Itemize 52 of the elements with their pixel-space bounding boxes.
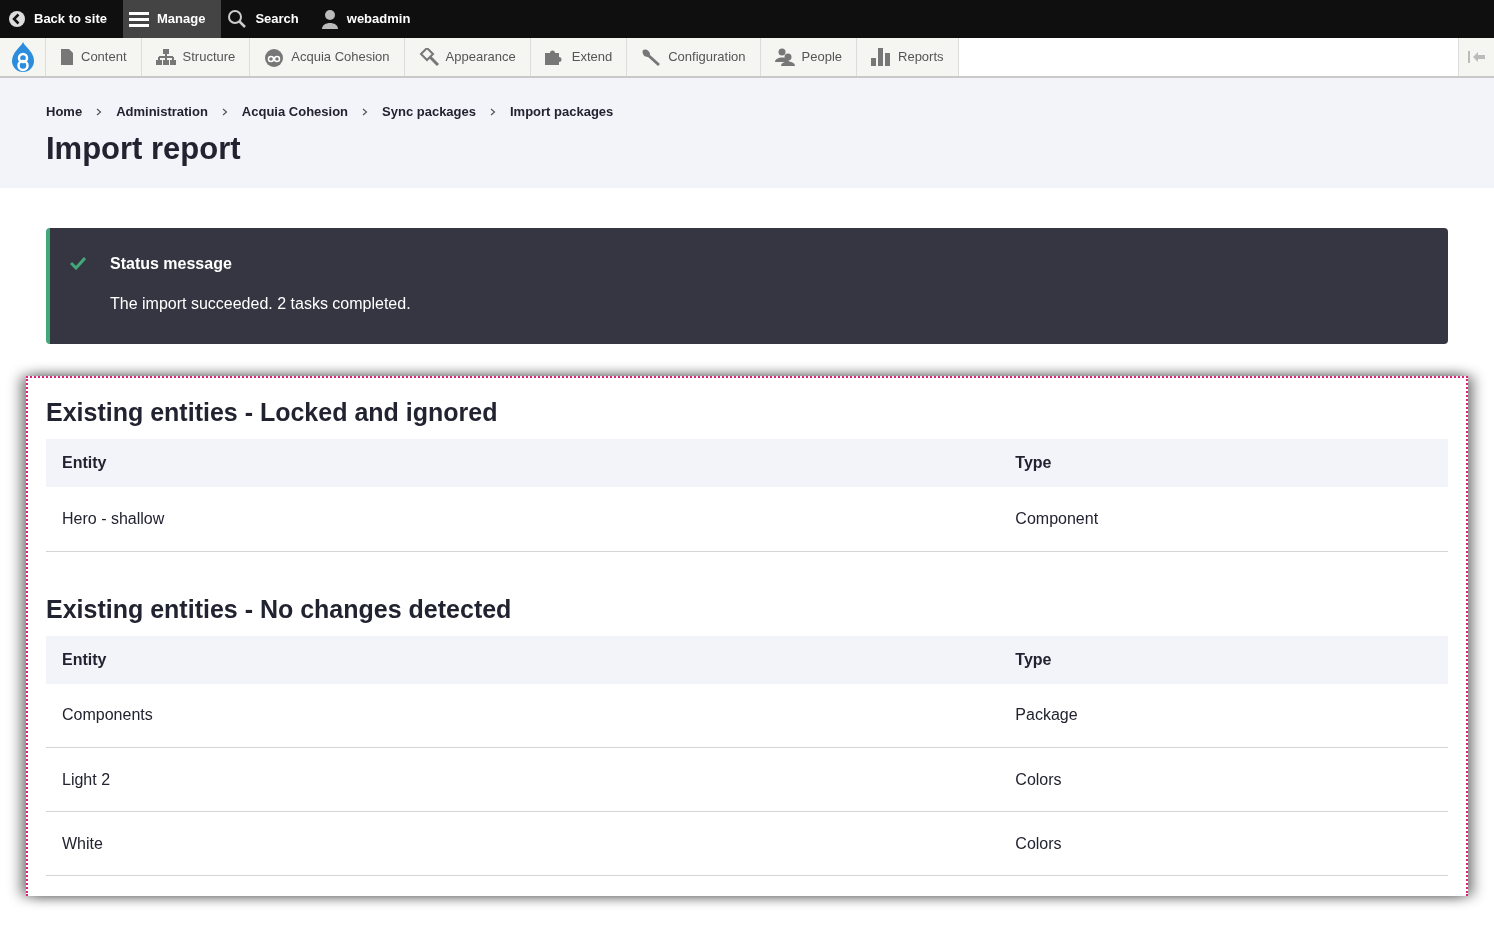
- table-cell: Colors: [999, 811, 1448, 876]
- table-cell: Package: [999, 683, 1448, 748]
- toolbar-tab[interactable]: Back to site: [2, 0, 123, 38]
- admin-menu-link[interactable]: Configuration: [627, 38, 761, 76]
- drop-logo-icon: [264, 47, 285, 67]
- page-title: Import report: [46, 129, 242, 168]
- collapse-icon: [1466, 50, 1487, 64]
- admin-menu-link[interactable]: Structure: [141, 38, 251, 76]
- breadcrumb-link[interactable]: Administration: [116, 102, 208, 122]
- column-header: Type: [999, 635, 1448, 684]
- table-cell: White: [46, 811, 1000, 876]
- chevron-icon: [362, 107, 369, 116]
- table-cell: Colors: [999, 747, 1448, 812]
- toolbar-tab[interactable]: webadmin: [314, 0, 427, 38]
- check-icon: [70, 256, 86, 270]
- admin-menu-link[interactable]: Reports: [857, 38, 959, 76]
- wrench-icon: [641, 48, 662, 66]
- column-header: Entity: [46, 439, 1000, 487]
- bar-chart-icon: [871, 48, 891, 66]
- breadcrumb-link[interactable]: Sync packages: [382, 102, 476, 122]
- table-cell: Component: [999, 487, 1448, 551]
- search-icon: [227, 9, 248, 29]
- user-icon: [320, 9, 339, 29]
- column-header: Type: [999, 439, 1448, 487]
- hierarchy-icon: [155, 49, 176, 65]
- admin-menu-link[interactable]: Acquia Cohesion: [250, 38, 405, 76]
- paint-brush-icon: [418, 48, 439, 66]
- breadcrumb-link[interactable]: Acquia Cohesion: [241, 102, 349, 122]
- orientation-toggle-button[interactable]: [1458, 38, 1494, 76]
- column-header: Entity: [46, 635, 1000, 684]
- table-cell: Light 2: [46, 747, 1000, 812]
- admin-menu-link[interactable]: Content: [46, 38, 142, 76]
- status-text: The import succeeded. 2 tasks completed.: [110, 294, 411, 314]
- section-heading: Existing entities - No changes detected: [46, 596, 513, 622]
- drupal-logo-icon[interactable]: [0, 38, 46, 76]
- admin-menu-link[interactable]: Appearance: [404, 38, 531, 76]
- breadcrumb-link[interactable]: Import packages: [510, 102, 614, 122]
- menu-icon: [129, 11, 149, 27]
- chevron-icon: [221, 107, 228, 116]
- people-icon: [774, 48, 795, 66]
- chevron-icon: [490, 107, 496, 116]
- admin-menu-link[interactable]: People: [760, 38, 857, 76]
- section-heading: Existing entities - Locked and ignored: [46, 400, 499, 425]
- table-cell: Hero - shallow: [46, 487, 1000, 551]
- table-cell: Components: [46, 683, 1000, 748]
- toolbar-tab[interactable]: Manage: [123, 0, 222, 38]
- chevron-icon: [96, 107, 103, 116]
- document-icon: [60, 49, 74, 65]
- breadcrumb-link[interactable]: Home: [46, 102, 83, 122]
- admin-menu-link[interactable]: Extend: [530, 38, 628, 76]
- status-title: Status message: [110, 254, 233, 274]
- toolbar-tab[interactable]: Search: [221, 0, 315, 38]
